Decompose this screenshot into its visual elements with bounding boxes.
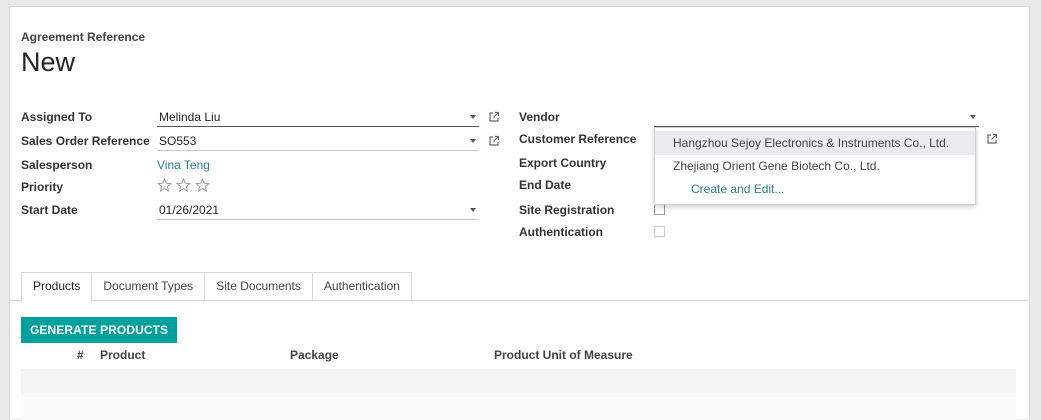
sales-order-reference-field[interactable]: SO553 (157, 131, 479, 151)
end-date-label: End Date (519, 178, 572, 192)
start-date-value: 01/26/2021 (159, 203, 220, 217)
site-registration-label: Site Registration (519, 203, 615, 217)
column-header-package[interactable]: Package (290, 348, 339, 362)
create-and-edit-option[interactable]: Create and Edit... (655, 177, 975, 201)
priority-stars[interactable] (157, 178, 210, 192)
salesperson-link[interactable]: Vina Teng (157, 158, 210, 172)
chevron-down-icon[interactable] (970, 115, 976, 119)
agreement-reference-label: Agreement Reference (21, 30, 146, 44)
star-icon[interactable] (176, 178, 191, 192)
star-icon[interactable] (157, 178, 172, 192)
site-registration-checkbox[interactable] (654, 204, 665, 215)
star-icon[interactable] (195, 178, 210, 192)
start-date-field[interactable]: 01/26/2021 (157, 200, 479, 220)
vendor-autocomplete-dropdown: Hangzhou Sejoy Electronics & Instruments… (654, 127, 976, 205)
tab-document-types[interactable]: Document Types (91, 272, 206, 300)
external-link-icon[interactable] (488, 111, 500, 123)
assigned-to-label: Assigned To (21, 110, 93, 124)
column-header-product[interactable]: Product (100, 348, 145, 362)
salesperson-label: Salesperson (21, 158, 93, 172)
sales-order-reference-value: SO553 (159, 134, 197, 148)
page-title: New (21, 47, 76, 77)
assigned-to-value: Melinda Liu (159, 110, 221, 124)
tab-authentication[interactable]: Authentication (311, 272, 412, 300)
authentication-label: Authentication (519, 225, 603, 239)
table-row (21, 393, 1016, 420)
assigned-to-field[interactable]: Melinda Liu (157, 107, 479, 127)
chevron-down-icon[interactable] (470, 115, 476, 119)
column-header-uom[interactable]: Product Unit of Measure (494, 348, 633, 362)
dropdown-option[interactable]: Hangzhou Sejoy Electronics & Instruments… (655, 131, 975, 155)
dropdown-option[interactable]: Zhejiang Orient Gene Biotech Co., Ltd. (655, 154, 975, 178)
chevron-down-icon[interactable] (470, 208, 476, 212)
priority-label: Priority (21, 180, 64, 194)
form-sheet: Agreement Reference New Assigned To Meli… (9, 6, 1030, 420)
column-header-number[interactable]: # (77, 348, 84, 362)
authentication-checkbox[interactable] (654, 226, 665, 237)
start-date-label: Start Date (21, 203, 78, 217)
vendor-label: Vendor (519, 110, 560, 124)
table-row[interactable] (21, 369, 1016, 393)
generate-products-button[interactable]: GENERATE PRODUCTS (21, 317, 178, 343)
external-link-icon[interactable] (986, 133, 998, 145)
customer-reference-label: Customer Reference (519, 132, 637, 146)
chevron-down-icon[interactable] (470, 139, 476, 143)
tab-site-documents[interactable]: Site Documents (204, 272, 313, 300)
vendor-field[interactable] (654, 107, 979, 127)
export-country-label: Export Country (519, 156, 607, 170)
notebook-tabs: Products Document Types Site Documents A… (21, 272, 412, 302)
external-link-icon[interactable] (488, 135, 500, 147)
sales-order-reference-label: Sales Order Reference (21, 134, 150, 148)
tab-products[interactable]: Products (21, 272, 93, 302)
